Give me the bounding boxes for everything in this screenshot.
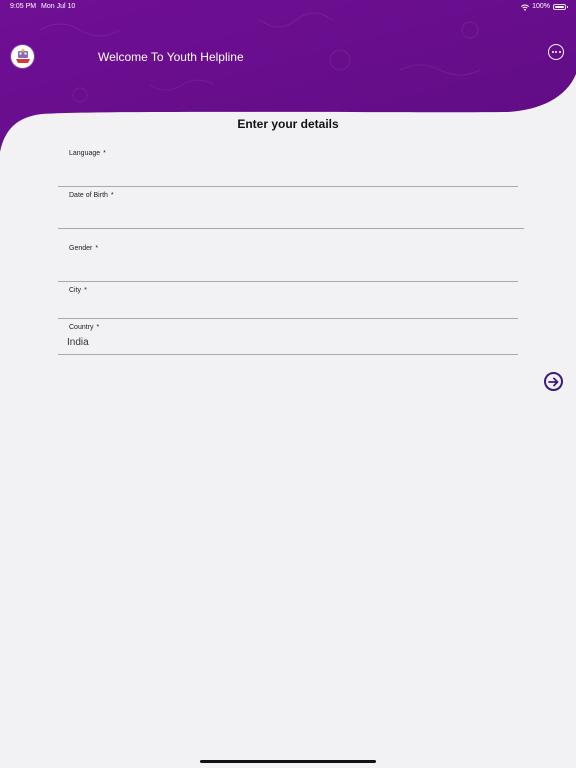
header-banner [0, 0, 576, 170]
status-date: Mon Jul 10 [41, 3, 76, 10]
required-mark: * [103, 150, 106, 157]
battery-icon [553, 4, 568, 10]
arrow-right-circle-icon [548, 377, 559, 386]
youth-helpline-logo-icon [15, 48, 30, 63]
date-of-birth-label: Date of Birth * [69, 192, 114, 199]
battery-percent: 100% [532, 3, 550, 10]
wifi-icon [521, 4, 530, 11]
next-button[interactable] [544, 372, 563, 391]
form-heading: Enter your details [237, 117, 339, 131]
required-mark: * [84, 287, 87, 294]
status-bar: 9:05 PM Mon Jul 10 100% [0, 0, 576, 14]
header-wave-background [0, 0, 576, 152]
status-time: 9:05 PM [10, 3, 37, 10]
city-label: City * [69, 287, 87, 294]
required-mark: * [95, 245, 99, 252]
gender-field[interactable]: Gender * [58, 241, 518, 282]
required-mark: * [96, 324, 100, 331]
date-of-birth-field[interactable]: Date of Birth * [58, 188, 524, 229]
more-options-button[interactable] [548, 44, 564, 60]
country-label: Country * [69, 324, 100, 331]
ellipsis-circle-icon [551, 51, 554, 53]
country-field[interactable]: Country * India [58, 320, 518, 355]
country-value[interactable]: India [67, 337, 89, 349]
required-mark: * [110, 192, 114, 199]
home-indicator [200, 760, 376, 763]
page-title: Welcome To Youth Helpline [98, 50, 244, 64]
language-field[interactable]: Language * [58, 146, 518, 187]
city-field[interactable]: City * [58, 283, 518, 319]
gender-label: Gender * [69, 245, 99, 252]
language-label: Language * [69, 150, 106, 157]
app-logo-icon[interactable] [11, 45, 34, 68]
